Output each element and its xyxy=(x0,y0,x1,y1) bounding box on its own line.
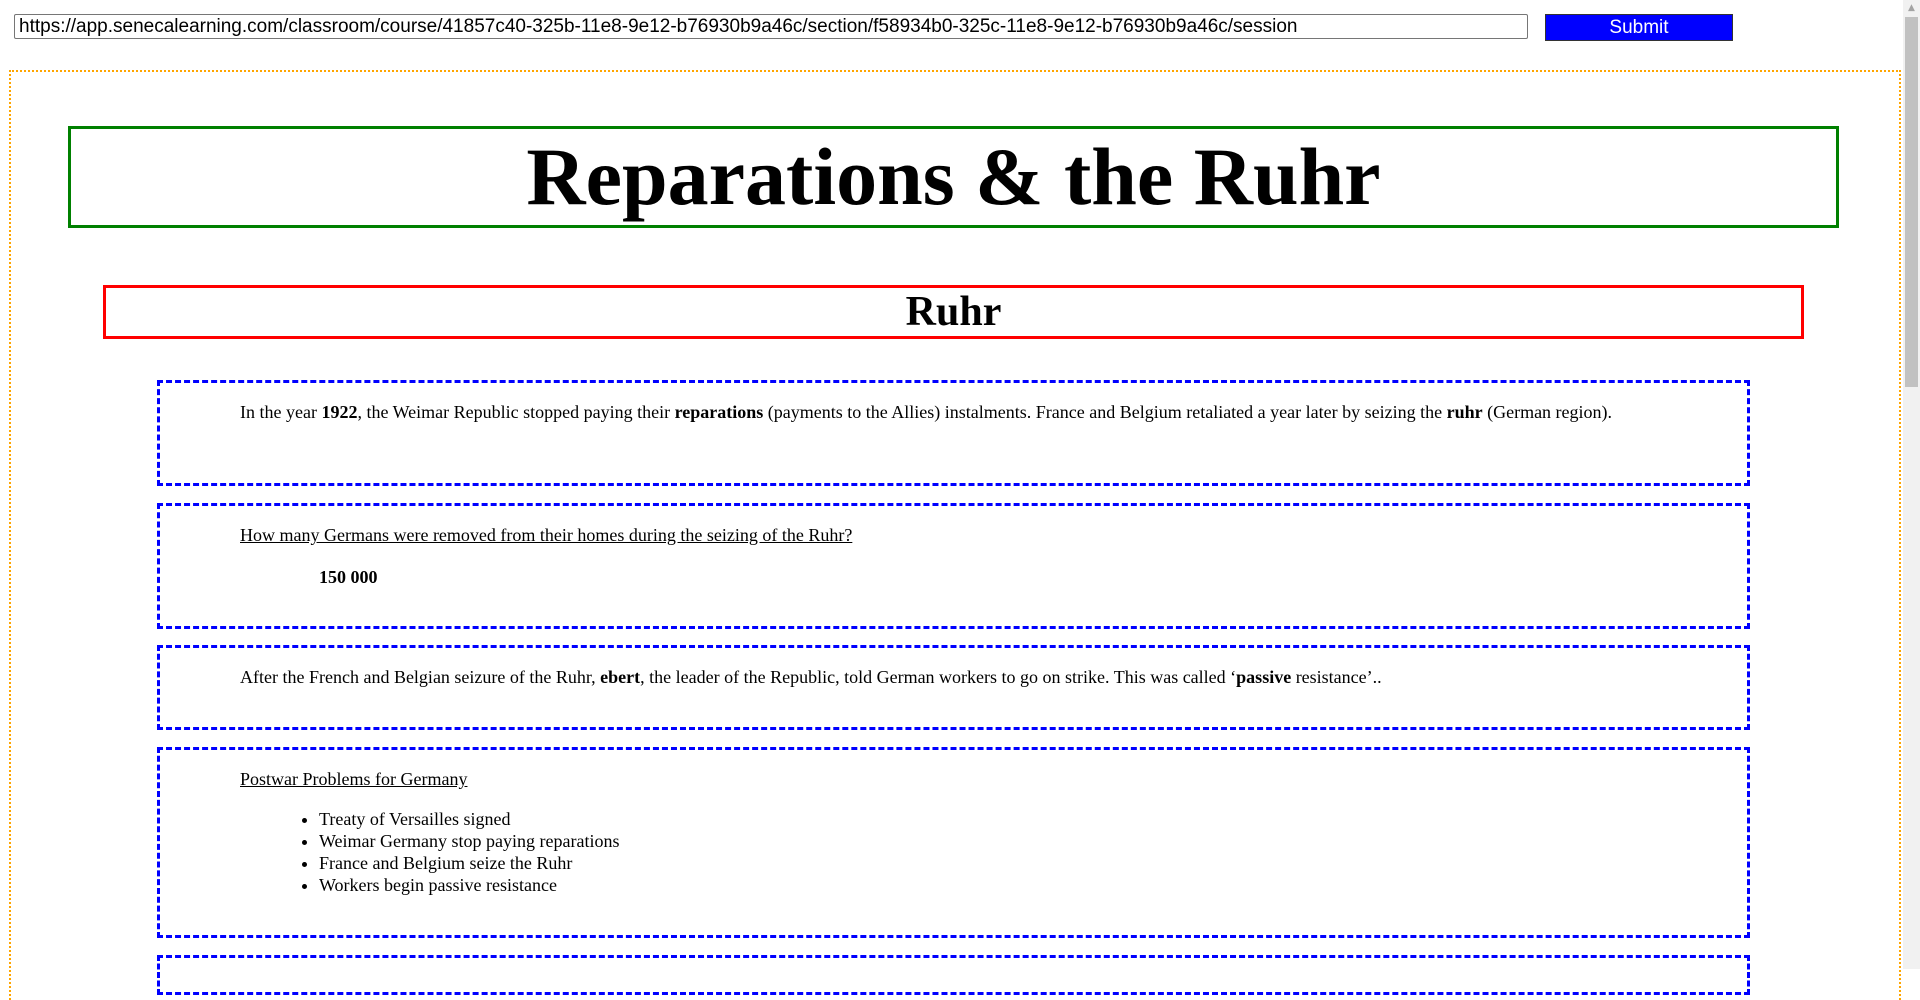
list-item: Weimar Germany stop paying reparations xyxy=(319,830,1667,852)
year-highlight: 1922 xyxy=(321,402,358,422)
card-question: How many Germans were removed from their… xyxy=(157,503,1750,629)
passive-highlight: passive xyxy=(1236,667,1292,687)
question-prompt: How many Germans were removed from their… xyxy=(240,525,853,545)
list-item: Workers begin passive resistance xyxy=(319,874,1667,896)
card-problems: Postwar Problems for Germany Treaty of V… xyxy=(157,747,1750,938)
triangle-up-icon[interactable]: ▲ xyxy=(1903,0,1920,17)
card-next xyxy=(157,955,1750,995)
vertical-scrollbar[interactable]: ▲ xyxy=(1903,0,1920,969)
reparations-highlight: reparations xyxy=(674,402,764,422)
strike-text: After the French and Belgian seizure of … xyxy=(240,667,1382,687)
ruhr-highlight: ruhr xyxy=(1446,402,1483,422)
problems-list: Treaty of Versailles signed Weimar Germa… xyxy=(240,808,1667,896)
url-toolbar: Submit xyxy=(0,0,1900,60)
list-item: France and Belgium seize the Ruhr xyxy=(319,852,1667,874)
card-intro: In the year 1922, the Weimar Republic st… xyxy=(157,380,1750,486)
list-item: Treaty of Versailles signed xyxy=(319,808,1667,830)
section-title: Ruhr xyxy=(103,285,1804,339)
submit-button[interactable]: Submit xyxy=(1545,14,1733,41)
problems-heading: Postwar Problems for Germany xyxy=(240,769,468,789)
card-strike: After the French and Belgian seizure of … xyxy=(157,645,1750,730)
page-title: Reparations & the Ruhr xyxy=(68,126,1839,228)
url-input[interactable] xyxy=(14,14,1528,39)
ebert-highlight: ebert xyxy=(600,667,641,687)
question-answer: 150 000 xyxy=(319,567,378,587)
scrollbar-thumb[interactable] xyxy=(1905,17,1918,387)
intro-text: In the year 1922, the Weimar Republic st… xyxy=(240,402,1613,422)
